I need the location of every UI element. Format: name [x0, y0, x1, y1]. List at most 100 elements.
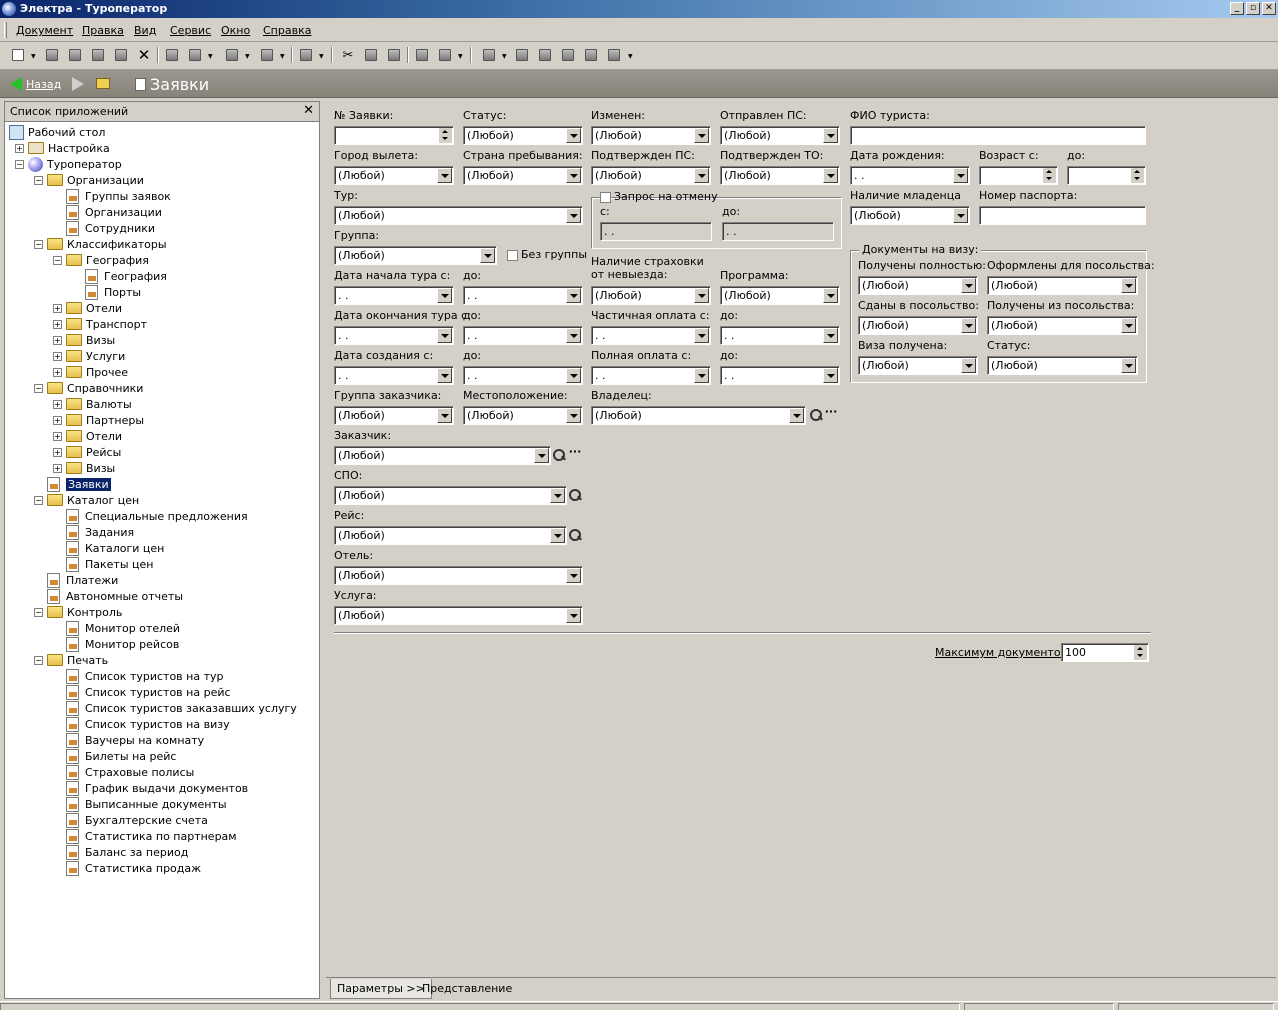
order-number-field[interactable]: [334, 126, 454, 145]
dropdown-arrow-icon[interactable]: ▼: [458, 53, 463, 60]
folder-icon[interactable]: [481, 47, 497, 63]
tree-item[interactable]: Сотрудники: [53, 220, 155, 236]
insurance-select[interactable]: (Любой): [591, 286, 711, 305]
tree-item[interactable]: Монитор рейсов: [53, 636, 179, 652]
partial-payment-to[interactable]: . .: [720, 326, 840, 345]
chevron-down-icon[interactable]: [823, 328, 838, 343]
eraser-icon[interactable]: [164, 47, 180, 63]
tree-item[interactable]: Организации: [53, 204, 162, 220]
chevron-down-icon[interactable]: [1121, 278, 1136, 293]
menu-service[interactable]: Сервис: [170, 24, 211, 37]
chevron-down-icon[interactable]: [823, 168, 838, 183]
service-select[interactable]: (Любой): [334, 606, 583, 625]
save-icon[interactable]: [67, 47, 83, 63]
menu-view[interactable]: Вид: [134, 24, 156, 37]
tree-item[interactable]: Специальные предложения: [53, 508, 248, 524]
expand-icon[interactable]: +: [53, 431, 62, 441]
age-from-field[interactable]: [979, 166, 1058, 185]
folder-new-icon[interactable]: [537, 47, 553, 63]
no-group-checkbox[interactable]: [507, 250, 518, 261]
tree-item[interactable]: Задания: [53, 524, 134, 540]
partial-payment-from[interactable]: . .: [591, 326, 711, 345]
collapse-icon[interactable]: −: [34, 175, 43, 185]
chevron-down-icon[interactable]: [566, 128, 581, 143]
print-icon[interactable]: [259, 47, 275, 63]
save-all-icon[interactable]: [90, 47, 106, 63]
owner-select[interactable]: (Любой): [591, 406, 806, 425]
search-icon[interactable]: [567, 487, 583, 503]
tree-item[interactable]: + Визы: [53, 460, 115, 476]
back-button[interactable]: Назад: [10, 77, 61, 91]
customer-select[interactable]: (Любой): [334, 446, 551, 465]
expand-icon[interactable]: +: [53, 303, 62, 313]
tab-view[interactable]: Представление: [416, 979, 518, 999]
chevron-down-icon[interactable]: [437, 408, 452, 423]
chevron-down-icon[interactable]: [1121, 358, 1136, 373]
tree-item[interactable]: Порты: [72, 284, 141, 300]
created-to[interactable]: . .: [463, 366, 583, 385]
expand-icon[interactable]: +: [53, 335, 62, 345]
tree-item[interactable]: + Прочее: [53, 364, 128, 380]
delete-icon[interactable]: ✕: [136, 46, 152, 64]
collapse-icon[interactable]: −: [34, 383, 43, 393]
tree-item[interactable]: − Контроль: [34, 604, 122, 620]
confirmed-to-select[interactable]: (Любой): [720, 166, 840, 185]
dropdown-arrow-icon[interactable]: ▼: [502, 53, 507, 60]
close-button[interactable]: ✕: [1262, 2, 1276, 15]
spinner-icon[interactable]: [1131, 168, 1144, 183]
chevron-down-icon[interactable]: [961, 358, 976, 373]
chevron-down-icon[interactable]: [480, 248, 495, 263]
created-from[interactable]: . .: [334, 366, 454, 385]
age-to-field[interactable]: [1067, 166, 1146, 185]
chevron-down-icon[interactable]: [694, 328, 709, 343]
chevron-down-icon[interactable]: [566, 568, 581, 583]
chevron-down-icon[interactable]: [961, 318, 976, 333]
program-select[interactable]: (Любой): [720, 286, 840, 305]
tour-end-from[interactable]: . .: [334, 326, 454, 345]
tour-start-from[interactable]: . .: [334, 286, 454, 305]
search-icon[interactable]: [808, 407, 824, 423]
expand-icon[interactable]: +: [53, 351, 62, 361]
tree-item[interactable]: Бухгалтерские счета: [53, 812, 208, 828]
location-select[interactable]: (Любой): [463, 406, 583, 425]
dropdown-arrow-icon[interactable]: ▼: [628, 53, 633, 60]
spinner-icon[interactable]: [1043, 168, 1056, 183]
folder-move-icon[interactable]: [560, 47, 576, 63]
chevron-down-icon[interactable]: [823, 288, 838, 303]
tree-item[interactable]: + Валюты: [53, 396, 132, 412]
chevron-down-icon[interactable]: [953, 208, 968, 223]
chevron-down-icon[interactable]: [566, 608, 581, 623]
menu-edit[interactable]: Правка: [82, 24, 124, 37]
customer-group-select[interactable]: (Любой): [334, 406, 454, 425]
chevron-down-icon[interactable]: [534, 448, 549, 463]
spo-select[interactable]: (Любой): [334, 486, 567, 505]
document-icon[interactable]: [298, 47, 314, 63]
menu-window[interactable]: Окно: [221, 24, 250, 37]
maximize-button[interactable]: ▫: [1246, 2, 1260, 15]
hotel-select[interactable]: (Любой): [334, 566, 583, 585]
new-doc-icon[interactable]: [10, 47, 26, 63]
dropdown-arrow-icon[interactable]: ▼: [31, 53, 36, 60]
cloud-sync-icon[interactable]: [437, 47, 453, 63]
expand-icon[interactable]: +: [53, 447, 62, 457]
stamp-icon[interactable]: [224, 47, 240, 63]
tree-item[interactable]: Страховые полисы: [53, 764, 194, 780]
full-payment-to[interactable]: . .: [720, 366, 840, 385]
tree-item[interactable]: География: [72, 268, 167, 284]
spinner-icon[interactable]: [1134, 645, 1147, 660]
tree-item[interactable]: + Отели: [53, 300, 122, 316]
chevron-down-icon[interactable]: [823, 128, 838, 143]
chevron-down-icon[interactable]: [694, 128, 709, 143]
cloud-icon[interactable]: [414, 47, 430, 63]
chevron-down-icon[interactable]: [694, 288, 709, 303]
chevron-down-icon[interactable]: [566, 368, 581, 383]
chevron-down-icon[interactable]: [694, 168, 709, 183]
chevron-down-icon[interactable]: [437, 328, 452, 343]
flight-select[interactable]: (Любой): [334, 526, 567, 545]
folder-open-icon[interactable]: [514, 47, 530, 63]
folder-props-icon[interactable]: [606, 47, 622, 63]
chevron-down-icon[interactable]: [953, 168, 968, 183]
collapse-icon[interactable]: −: [34, 607, 43, 617]
tree-item[interactable]: + Рейсы: [53, 444, 121, 460]
spinner-icon[interactable]: [439, 128, 452, 143]
